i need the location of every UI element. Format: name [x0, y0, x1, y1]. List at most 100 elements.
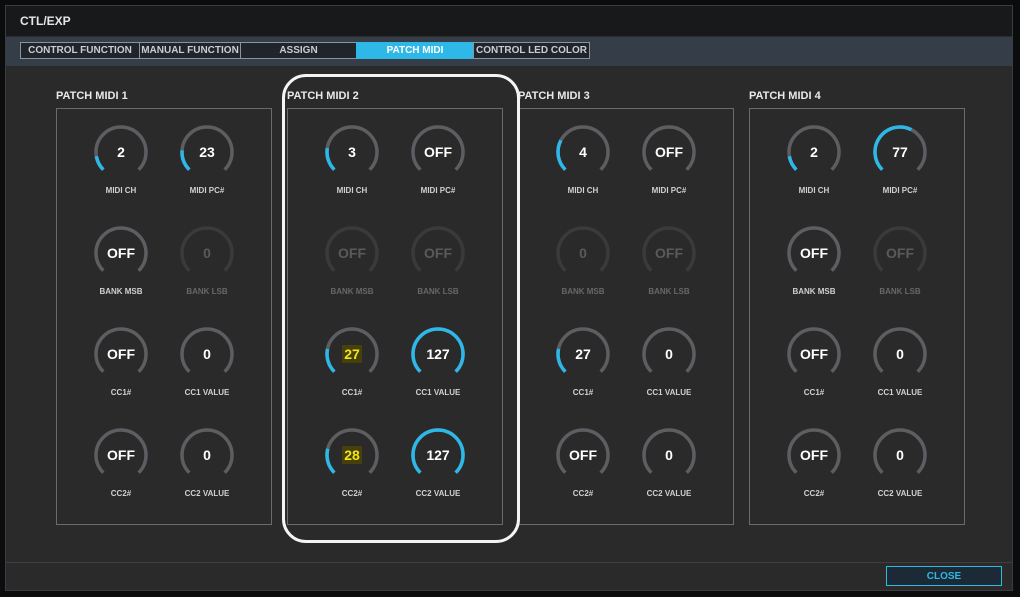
knob-value: OFF [324, 225, 380, 281]
knob-value: OFF [641, 124, 697, 180]
knob-value-text: 127 [426, 447, 450, 463]
knob-label: BANK LSB [879, 287, 921, 296]
knob-value-text: 0 [203, 346, 211, 362]
knob-label: CC1 VALUE [646, 388, 692, 397]
knob-value-text: 0 [665, 346, 673, 362]
group-title: PATCH MIDI 1 [56, 90, 128, 102]
knob-label: CC1 VALUE [415, 388, 461, 397]
knob-label: MIDI CH [567, 186, 599, 195]
tab-assign[interactable]: ASSIGN [240, 42, 357, 59]
knob-label: MIDI CH [798, 186, 830, 195]
knob-cc2-num[interactable]: OFF CC2# [81, 427, 161, 507]
knob-value-text: 3 [348, 144, 356, 160]
knob-value: OFF [786, 427, 842, 483]
knob-midi-pc-num[interactable]: 23 MIDI PC# [167, 124, 247, 204]
knob-cc2-value[interactable]: 0 CC2 VALUE [629, 427, 709, 507]
knob-bank-lsb: OFF BANK LSB [398, 225, 478, 305]
knob-value-text: OFF [107, 346, 135, 362]
knob-bank-lsb: OFF BANK LSB [629, 225, 709, 305]
group-title: PATCH MIDI 2 [287, 90, 359, 102]
knob-value-text: 2 [810, 144, 818, 160]
knob-midi-pc-num[interactable]: OFF MIDI PC# [629, 124, 709, 204]
tab-patch-midi[interactable]: PATCH MIDI [356, 42, 474, 59]
knob-label: CC2# [110, 489, 132, 498]
knob-value: 2 [786, 124, 842, 180]
knob-label: CC1# [572, 388, 594, 397]
knob-bank-msb[interactable]: OFF BANK MSB [774, 225, 854, 305]
knob-value: 28 [324, 427, 380, 483]
knob-value-text: OFF [800, 245, 828, 261]
knob-value: OFF [93, 326, 149, 382]
knob-label: BANK MSB [792, 287, 836, 296]
knob-cc1-num[interactable]: 27 CC1# [312, 326, 392, 406]
knob-label: BANK MSB [99, 287, 143, 296]
knob-cc2-value[interactable]: 127 CC2 VALUE [398, 427, 478, 507]
knob-cc2-value[interactable]: 0 CC2 VALUE [860, 427, 940, 507]
knob-value-text: OFF [655, 245, 683, 261]
tab-control-led-color[interactable]: CONTROL LED COLOR [473, 42, 590, 59]
knob-value-text: 0 [665, 447, 673, 463]
knob-value-text: OFF [107, 447, 135, 463]
group-title: PATCH MIDI 3 [518, 90, 590, 102]
knob-cc1-num[interactable]: OFF CC1# [774, 326, 854, 406]
knob-value: 127 [410, 427, 466, 483]
knob-cc1-value[interactable]: 0 CC1 VALUE [629, 326, 709, 406]
knob-value: 2 [93, 124, 149, 180]
knob-value-text: OFF [569, 447, 597, 463]
knob-value: 0 [179, 225, 235, 281]
knob-value: 0 [179, 326, 235, 382]
knob-value: 27 [324, 326, 380, 382]
tab-bar: CONTROL FUNCTION MANUAL FUNCTION ASSIGN … [6, 37, 1012, 66]
knob-value-text: OFF [338, 245, 366, 261]
knob-label: CC2 VALUE [877, 489, 923, 498]
knob-cc1-value[interactable]: 0 CC1 VALUE [167, 326, 247, 406]
knob-label: CC1# [341, 388, 363, 397]
knob-value: 4 [555, 124, 611, 180]
knob-cc1-num[interactable]: OFF CC1# [81, 326, 161, 406]
knob-cc2-value[interactable]: 0 CC2 VALUE [167, 427, 247, 507]
knob-label: CC2# [572, 489, 594, 498]
knob-value-text: 23 [199, 144, 215, 160]
knob-value: OFF [93, 225, 149, 281]
knob-value-text: 0 [203, 245, 211, 261]
knob-label: CC2# [803, 489, 825, 498]
knob-midi-pc-num[interactable]: OFF MIDI PC# [398, 124, 478, 204]
knob-value-text: 27 [575, 346, 591, 362]
knob-bank-msb[interactable]: OFF BANK MSB [81, 225, 161, 305]
knob-cc1-value[interactable]: 127 CC1 VALUE [398, 326, 478, 406]
ctl-exp-dialog: CTL/EXP CONTROL FUNCTION MANUAL FUNCTION… [5, 5, 1013, 591]
knob-bank-msb: 0 BANK MSB [543, 225, 623, 305]
group-panel: 2 MIDI CH 77 MIDI PC# OFF BANK MSB OFF BANK LSB… [749, 108, 965, 525]
knob-cc1-value[interactable]: 0 CC1 VALUE [860, 326, 940, 406]
knob-midi-pc-num[interactable]: 77 MIDI PC# [860, 124, 940, 204]
knob-midi-ch[interactable]: 4 MIDI CH [543, 124, 623, 204]
knob-value-text: OFF [800, 346, 828, 362]
knob-value-text: 0 [203, 447, 211, 463]
knob-cc1-num[interactable]: 27 CC1# [543, 326, 623, 406]
knob-value-text: 4 [579, 144, 587, 160]
group-panel: 3 MIDI CH OFF MIDI PC# OFF BANK MSB OFF BANK LS… [287, 108, 503, 525]
knob-cc2-num[interactable]: OFF CC2# [774, 427, 854, 507]
knob-value: OFF [641, 225, 697, 281]
knob-midi-ch[interactable]: 2 MIDI CH [81, 124, 161, 204]
close-button[interactable]: CLOSE [886, 566, 1002, 586]
knob-label: BANK MSB [330, 287, 374, 296]
knob-cc2-num[interactable]: 28 CC2# [312, 427, 392, 507]
knob-value: 23 [179, 124, 235, 180]
knob-label: BANK MSB [561, 287, 605, 296]
knob-value-text: 127 [426, 346, 450, 362]
knob-midi-ch[interactable]: 2 MIDI CH [774, 124, 854, 204]
knob-label: CC2# [341, 489, 363, 498]
knob-value: OFF [93, 427, 149, 483]
knob-midi-ch[interactable]: 3 MIDI CH [312, 124, 392, 204]
knob-value-text: 0 [896, 447, 904, 463]
knob-value: OFF [786, 326, 842, 382]
knob-label: MIDI PC# [420, 186, 456, 195]
knob-value: 0 [179, 427, 235, 483]
tab-control-function[interactable]: CONTROL FUNCTION [20, 42, 140, 59]
knob-label: BANK LSB [417, 287, 459, 296]
tab-manual-function[interactable]: MANUAL FUNCTION [139, 42, 241, 59]
knob-value-text: 77 [892, 144, 908, 160]
knob-label: MIDI PC# [651, 186, 687, 195]
knob-cc2-num[interactable]: OFF CC2# [543, 427, 623, 507]
